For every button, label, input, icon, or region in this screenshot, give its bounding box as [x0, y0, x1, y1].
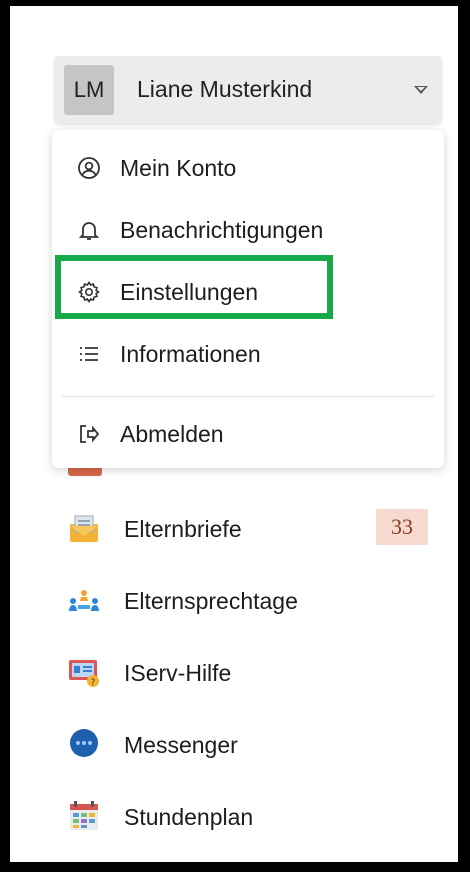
user-menu-button[interactable]: LM Liane Musterkind: [54, 56, 442, 124]
menu-divider: [62, 396, 434, 397]
logout-icon: [76, 421, 102, 447]
help-screen-icon: ?: [66, 654, 102, 690]
nav-label: Stundenplan: [124, 804, 254, 830]
nav-item-elternsprechtage[interactable]: Elternsprechtage: [10, 570, 458, 630]
menu-item-abmelden[interactable]: Abmelden: [52, 406, 444, 462]
avatar: LM: [64, 65, 114, 115]
count-badge: 33: [376, 509, 428, 545]
nav-item-stundenplan[interactable]: Stundenplan: [10, 786, 458, 846]
menu-item-einstellungen[interactable]: Einstellungen: [52, 264, 444, 320]
menu-item-benachrichtigungen[interactable]: Benachrichtigungen: [52, 202, 444, 258]
nav-label: Elternbriefe: [124, 516, 242, 542]
sidebar-panel: LM Liane Musterkind Mein Konto Benachric…: [10, 6, 458, 862]
menu-item-label: Informationen: [120, 340, 261, 367]
envelope-letter-icon: [66, 510, 102, 546]
nav-item-messenger[interactable]: Messenger: [10, 714, 458, 774]
menu-item-label: Mein Konto: [120, 154, 237, 181]
menu-item-label: Einstellungen: [120, 278, 259, 305]
nav-item-iserv-hilfe[interactable]: ? IServ-Hilfe: [10, 642, 458, 702]
chat-bubble-icon: [66, 726, 102, 762]
bell-icon: [76, 217, 102, 243]
gear-icon: [76, 279, 102, 305]
user-circle-icon: [76, 155, 102, 181]
svg-text:?: ?: [91, 678, 96, 688]
list-icon: [76, 341, 102, 367]
chevron-down-icon: [414, 86, 428, 94]
menu-item-informationen[interactable]: Informationen: [52, 326, 444, 382]
nav-label: IServ-Hilfe: [124, 660, 232, 686]
nav-label: Elternsprechtage: [124, 588, 298, 614]
nav-item-elternbriefe[interactable]: Elternbriefe 33: [10, 498, 458, 558]
menu-item-label: Abmelden: [120, 420, 224, 447]
people-meeting-icon: [66, 584, 102, 620]
user-dropdown-menu: Mein Konto Benachrichtigungen Einstellun…: [52, 130, 444, 468]
nav-label: Messenger: [124, 732, 238, 758]
menu-item-label: Benachrichtigungen: [120, 216, 324, 243]
calendar-icon: [66, 798, 102, 834]
user-name: Liane Musterkind: [137, 76, 313, 102]
menu-item-mein-konto[interactable]: Mein Konto: [52, 140, 444, 196]
